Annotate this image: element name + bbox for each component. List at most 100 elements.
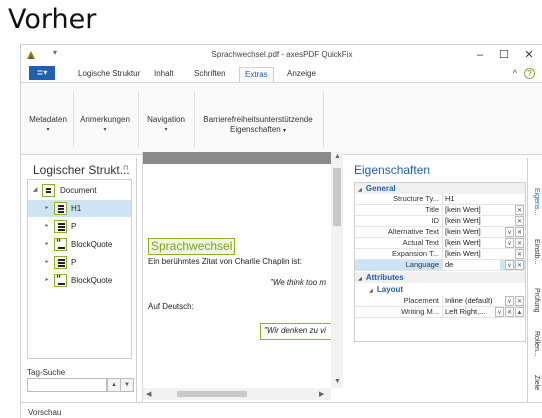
anmerkungen-button[interactable]: Anmerkungen ▾ — [77, 115, 133, 135]
scroll-thumb[interactable] — [177, 391, 247, 397]
tree-node-label: P — [71, 258, 77, 267]
accessibility-properties-button[interactable]: Barrierefreiheitsunterstützende Eigensch… — [197, 115, 319, 136]
dropdown-icon[interactable]: ∨ — [505, 296, 514, 306]
chevron-down-icon: ▾ — [164, 127, 168, 133]
clear-icon[interactable]: ✕ — [505, 307, 514, 317]
property-row[interactable]: Title [kein Wert] ✕ — [355, 205, 525, 216]
collapse-arrow-icon[interactable]: ◢ — [30, 182, 40, 199]
tree-node-blockquote[interactable]: ▸ " BlockQuote — [28, 236, 131, 253]
property-value[interactable]: [kein Wert] — [442, 249, 500, 259]
property-row[interactable]: Expansion T... [kein Wert] ✕ — [355, 249, 525, 260]
property-row[interactable]: Placement Inline (default) ∨ ✕ — [355, 296, 525, 307]
tree-node-h1[interactable]: ▸ H1 — [28, 200, 131, 217]
side-tab-rollen[interactable]: Rollen... — [528, 324, 542, 364]
ribbon: Metadaten ▾ Anmerkungen ▾ Navigation ▾ B… — [21, 82, 542, 155]
side-tab-ziele[interactable]: Ziele — [528, 368, 542, 398]
property-value[interactable]: Inline (default) — [442, 296, 500, 306]
dropdown-icon[interactable]: ∨ — [505, 260, 514, 270]
clear-icon[interactable]: ✕ — [515, 238, 524, 248]
collapse-arrow-icon[interactable]: ◢ — [369, 288, 373, 294]
tree-node-p[interactable]: ▸ P — [28, 254, 131, 271]
property-value[interactable]: [kein Wert] — [442, 238, 500, 248]
logical-structure-pane: Logischer Strukt... ⊓ ◢ Document ▸ H1 ▸ — [21, 158, 137, 402]
document-view[interactable]: Sprachwechsel Ein berühmtes Zitat von Ch… — [142, 152, 343, 402]
collapse-arrow-icon[interactable]: ◢ — [358, 187, 362, 193]
property-value[interactable]: [kein Wert] — [442, 227, 500, 237]
scroll-down-icon[interactable]: ▼ — [334, 378, 341, 385]
property-value[interactable]: [kein Wert] — [442, 216, 500, 226]
clear-icon[interactable]: ✕ — [515, 227, 524, 237]
scroll-right-icon[interactable]: ▶ — [319, 390, 324, 398]
spin-up-button[interactable]: ▲ — [107, 378, 121, 392]
blockquote-tag-box[interactable]: "Wir denken zu vi — [260, 323, 338, 340]
maximize-button[interactable]: ☐ — [493, 47, 515, 63]
property-row-language[interactable]: Language de ∨ ✕ — [355, 260, 525, 271]
pane-title: Logischer Strukt... — [33, 163, 130, 177]
navigation-button[interactable]: Navigation ▾ — [142, 115, 190, 135]
horizontal-scrollbar[interactable]: ◀ ▶ — [143, 388, 331, 400]
tab-extras[interactable]: Extras — [239, 67, 274, 83]
section-attributes[interactable]: ◢ Attributes — [355, 272, 525, 283]
dropdown-icon[interactable]: ∨ — [505, 227, 514, 237]
section-layout[interactable]: ◢ Layout — [355, 283, 525, 296]
pin-icon[interactable]: ⊓ — [123, 164, 128, 172]
property-row[interactable]: Alternative Text [kein Wert] ∨ ✕ — [355, 227, 525, 238]
tree-node-document[interactable]: ◢ Document — [28, 182, 131, 199]
file-menu-button[interactable]: ≣▾ — [29, 66, 55, 80]
expand-arrow-icon[interactable]: ▸ — [42, 200, 52, 217]
blockquote-icon: " — [54, 238, 67, 251]
property-value[interactable]: Left Right,... — [442, 307, 500, 317]
clear-icon[interactable]: ✕ — [515, 216, 524, 226]
vertical-scrollbar[interactable]: ▲ ▼ — [331, 152, 343, 388]
blockquote-icon: " — [54, 274, 67, 287]
metadaten-button[interactable]: Metadaten ▾ — [27, 115, 69, 135]
clear-icon[interactable]: ✕ — [515, 205, 524, 215]
section-general[interactable]: ◢ General — [355, 183, 525, 194]
side-tab-einstellungen[interactable]: Einstb... — [528, 230, 542, 274]
collapse-arrow-icon[interactable]: ◢ — [358, 276, 362, 282]
help-icon[interactable]: ? — [524, 68, 535, 79]
scroll-thumb[interactable] — [333, 168, 341, 226]
property-row[interactable]: Actual Text [kein Wert] ∨ ✕ — [355, 238, 525, 249]
property-name: Alternative Text — [387, 227, 439, 236]
ribbon-separator — [73, 91, 74, 147]
language-value[interactable]: de — [442, 260, 500, 270]
collapse-ribbon-icon[interactable]: ^ — [513, 68, 517, 78]
close-button[interactable]: ✕ — [518, 47, 540, 63]
clear-icon[interactable]: ✕ — [515, 296, 524, 306]
property-value[interactable]: [kein Wert] — [442, 205, 500, 215]
property-row[interactable]: Writing M... Left Right,... ∨ ✕ ▲ — [355, 307, 525, 318]
dropdown-icon[interactable]: ∨ — [495, 307, 504, 317]
tab-logische-struktur[interactable]: Logische Struktur — [73, 67, 145, 83]
tree-node-p[interactable]: ▸ P — [28, 218, 131, 235]
clear-icon[interactable]: ✕ — [515, 249, 524, 259]
clear-icon[interactable]: ✕ — [515, 260, 524, 270]
side-tab-eigenschaften[interactable]: Eigens... — [528, 180, 542, 224]
tab-schriften[interactable]: Schriften — [189, 67, 231, 83]
scroll-left-icon[interactable]: ◀ — [146, 390, 151, 398]
tree-node-blockquote[interactable]: ▸ " BlockQuote — [28, 272, 131, 289]
paragraph-text: Auf Deutsch: — [148, 302, 194, 311]
tag-search-input[interactable] — [27, 378, 107, 392]
property-row[interactable]: ID [kein Wert] ✕ — [355, 216, 525, 227]
expand-arrow-icon[interactable]: ▸ — [42, 218, 52, 235]
property-value[interactable]: H1 — [442, 194, 500, 204]
structure-tree[interactable]: ◢ Document ▸ H1 ▸ P ▸ " BlockQuote ▸ P ▸… — [27, 179, 132, 359]
spin-down-button[interactable]: ▼ — [120, 378, 134, 392]
side-tab-pruefung[interactable]: Prüfung — [528, 280, 542, 320]
ribbon-separator — [323, 91, 324, 147]
property-row[interactable]: Structure Ty... H1 — [355, 194, 525, 205]
tab-anzeige[interactable]: Anzeige — [282, 67, 321, 83]
h1-tag-box[interactable]: Sprachwechsel — [148, 238, 235, 255]
chevron-down-icon: ▾ — [282, 128, 286, 134]
property-grid[interactable]: ◢ General Structure Ty... H1 Title [kein … — [354, 182, 526, 342]
minimize-button[interactable]: – — [469, 47, 491, 63]
expand-arrow-icon[interactable]: ▸ — [42, 236, 52, 253]
expand-arrow-icon[interactable]: ▸ — [42, 272, 52, 289]
scroll-up-icon[interactable]: ▲ — [515, 307, 524, 317]
tab-inhalt[interactable]: Inhalt — [149, 67, 179, 83]
expand-arrow-icon[interactable]: ▸ — [42, 254, 52, 271]
dropdown-icon[interactable]: ∨ — [505, 238, 514, 248]
tree-node-label: H1 — [71, 204, 82, 213]
scroll-up-icon[interactable]: ▲ — [334, 153, 341, 160]
